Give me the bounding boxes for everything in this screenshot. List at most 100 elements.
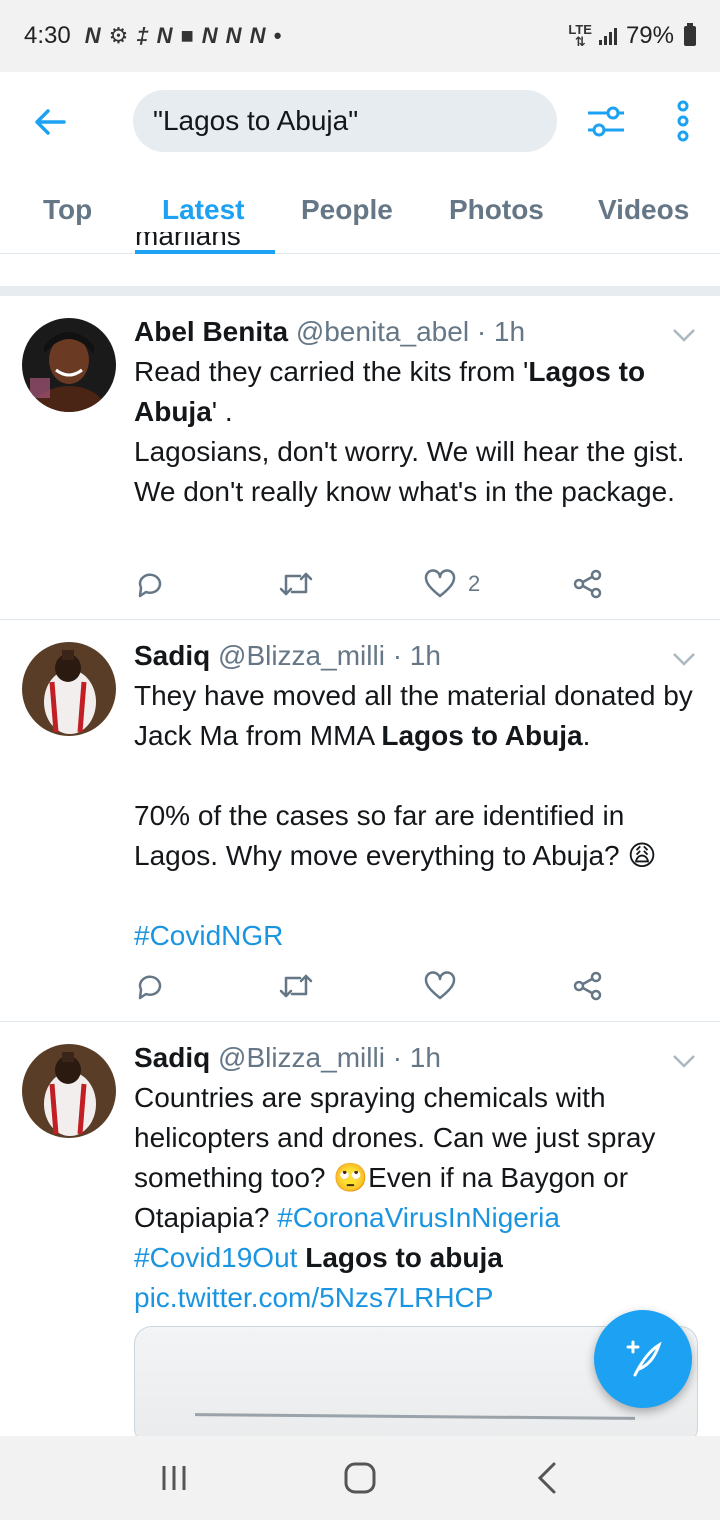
back-arrow-icon: [35, 109, 66, 135]
tweet-author-handle[interactable]: @benita_abel: [296, 316, 469, 347]
tweet-text: They have moved all the material donated…: [134, 676, 700, 956]
retweet-icon: [279, 572, 313, 596]
like-count: 2: [468, 571, 481, 596]
tweet-header: Sadiq @Blizza_milli · 1h: [134, 1038, 700, 1078]
tweet-actions: 2: [134, 564, 614, 604]
tab-people[interactable]: People: [301, 194, 393, 226]
more-notifications-icon: •: [273, 23, 282, 48]
home-icon[interactable]: [340, 1460, 380, 1496]
search-term-highlight: Lagos to abuja: [305, 1242, 503, 1273]
chevron-down-icon[interactable]: [672, 652, 696, 666]
avatar[interactable]: [22, 318, 116, 412]
chevron-down-icon[interactable]: [672, 328, 696, 342]
tweet-text-segment: .: [582, 720, 591, 751]
user-photo: [22, 318, 116, 412]
status-right: LTE ⇅ 79%: [568, 22, 696, 50]
tab-top[interactable]: Top: [43, 194, 92, 226]
chevron-down-icon[interactable]: [672, 1054, 696, 1068]
tweet-link[interactable]: #Covid19Out: [134, 1242, 297, 1273]
tweet-time: · 1h: [476, 316, 526, 347]
tab-videos[interactable]: Videos: [598, 194, 689, 226]
search-input[interactable]: "Lagos to Abuja": [133, 90, 557, 152]
avatar[interactable]: [22, 642, 116, 736]
tweet-author-name[interactable]: Sadiq: [134, 1042, 210, 1073]
section-separator: [0, 286, 720, 296]
tweet-text-segment: ' .: [211, 396, 233, 427]
like-button[interactable]: 2: [424, 564, 480, 604]
tweet-author-handle[interactable]: @Blizza_milli: [218, 640, 385, 671]
search-term-highlight: Lagos to Abuja: [381, 720, 583, 751]
android-nav-bar: [0, 1436, 720, 1520]
tweet-text: Read they carried the kits from 'Lagos t…: [134, 352, 700, 512]
tweet-text: Countries are spraying chemicals with he…: [134, 1078, 700, 1318]
battery-icon: [684, 23, 696, 46]
compose-tweet-button[interactable]: [594, 1310, 692, 1408]
search-filter-button[interactable]: [584, 100, 628, 144]
back-button[interactable]: [30, 102, 70, 142]
tweet-text-segment: Lagosians, don't worry. We will hear the…: [134, 436, 685, 507]
notification-icon: N: [249, 23, 266, 48]
lte-icon: LTE ⇅: [568, 22, 592, 49]
tweet-text-segment: Read they carried the kits from ': [134, 356, 529, 387]
person-add-notification-icon: ‡: [136, 23, 149, 48]
notification-icon: N: [156, 23, 173, 48]
recent-apps-icon[interactable]: [154, 1460, 194, 1496]
tab-latest[interactable]: Latest: [162, 194, 244, 226]
tweet-author-name[interactable]: Abel Benita: [134, 316, 288, 347]
settings-notification-icon: ⚙: [108, 23, 129, 48]
retweet-button[interactable]: [278, 564, 314, 604]
battery-percent: 79%: [625, 22, 674, 49]
notification-icon: N: [225, 23, 242, 48]
previous-tweet-cutoff: mariians: [135, 232, 241, 258]
more-options-button[interactable]: [668, 100, 698, 144]
user-photo: [22, 1044, 116, 1138]
tweet-time: · 1h: [392, 640, 441, 671]
tweet-link[interactable]: #CoronaVirusInNigeria: [277, 1202, 560, 1233]
tweet[interactable]: Sadiq @Blizza_milli · 1h They have moved…: [0, 620, 720, 1022]
reply-button[interactable]: [134, 564, 166, 604]
share-button[interactable]: [572, 966, 604, 1006]
tweet-author-name[interactable]: Sadiq: [134, 640, 210, 671]
avatar[interactable]: [22, 1044, 116, 1138]
tweet[interactable]: Abel Benita @benita_abel · 1h Read they …: [0, 296, 720, 620]
tweet-link[interactable]: #CovidNGR: [134, 920, 283, 951]
tweet-content: Sadiq @Blizza_milli · 1h Countries are s…: [134, 1038, 700, 1318]
tweet-content: Abel Benita @benita_abel · 1h Read they …: [134, 312, 700, 512]
reply-button[interactable]: [134, 966, 166, 1006]
media-photo-content: [194, 1413, 636, 1420]
share-button[interactable]: [572, 564, 604, 604]
network-type: LTE: [568, 22, 592, 37]
signal-icon: [598, 28, 617, 45]
cutoff-text: mariians: [135, 232, 241, 251]
notification-icon: N: [84, 23, 101, 48]
heart-icon: [424, 569, 456, 598]
compose-feather-icon: [626, 1340, 662, 1377]
tweet-header: Sadiq @Blizza_milli · 1h: [134, 636, 700, 676]
tweet-header: Abel Benita @benita_abel · 1h: [134, 312, 700, 352]
reply-icon: [138, 975, 162, 1000]
reply-icon: [138, 573, 162, 598]
search-header: "Lagos to Abuja": [0, 72, 720, 172]
tweet-link[interactable]: pic.twitter.com/5Nzs7LRHCP: [134, 1282, 493, 1313]
message-notification-icon: ■: [180, 23, 194, 48]
tweet-text-segment: 70% of the cases so far are identified i…: [134, 800, 657, 871]
share-icon: [573, 971, 602, 1001]
status-time: 4:30: [24, 22, 71, 49]
like-button[interactable]: [424, 966, 456, 1006]
notification-icon: N: [201, 23, 218, 48]
heart-icon: [424, 971, 456, 1000]
user-photo: [22, 642, 116, 736]
sliders-icon: [588, 106, 624, 137]
retweet-icon: [279, 974, 313, 998]
notification-icons: N ⚙ ‡ N ■ N N N •: [85, 23, 281, 49]
back-nav-icon[interactable]: [528, 1460, 568, 1496]
more-vertical-icon: [677, 100, 689, 142]
tab-photos[interactable]: Photos: [449, 194, 544, 226]
status-bar: 4:30 N ⚙ ‡ N ■ N N N • LTE ⇅ 79%: [0, 0, 720, 72]
tweet-content: Sadiq @Blizza_milli · 1h They have moved…: [134, 636, 700, 956]
search-tabs: Top Latest People Photos Videos: [0, 172, 720, 254]
tweet-author-handle[interactable]: @Blizza_milli: [218, 1042, 385, 1073]
tweet-time: · 1h: [392, 1042, 441, 1073]
retweet-button[interactable]: [278, 966, 314, 1006]
tweet-actions: [134, 966, 614, 1006]
